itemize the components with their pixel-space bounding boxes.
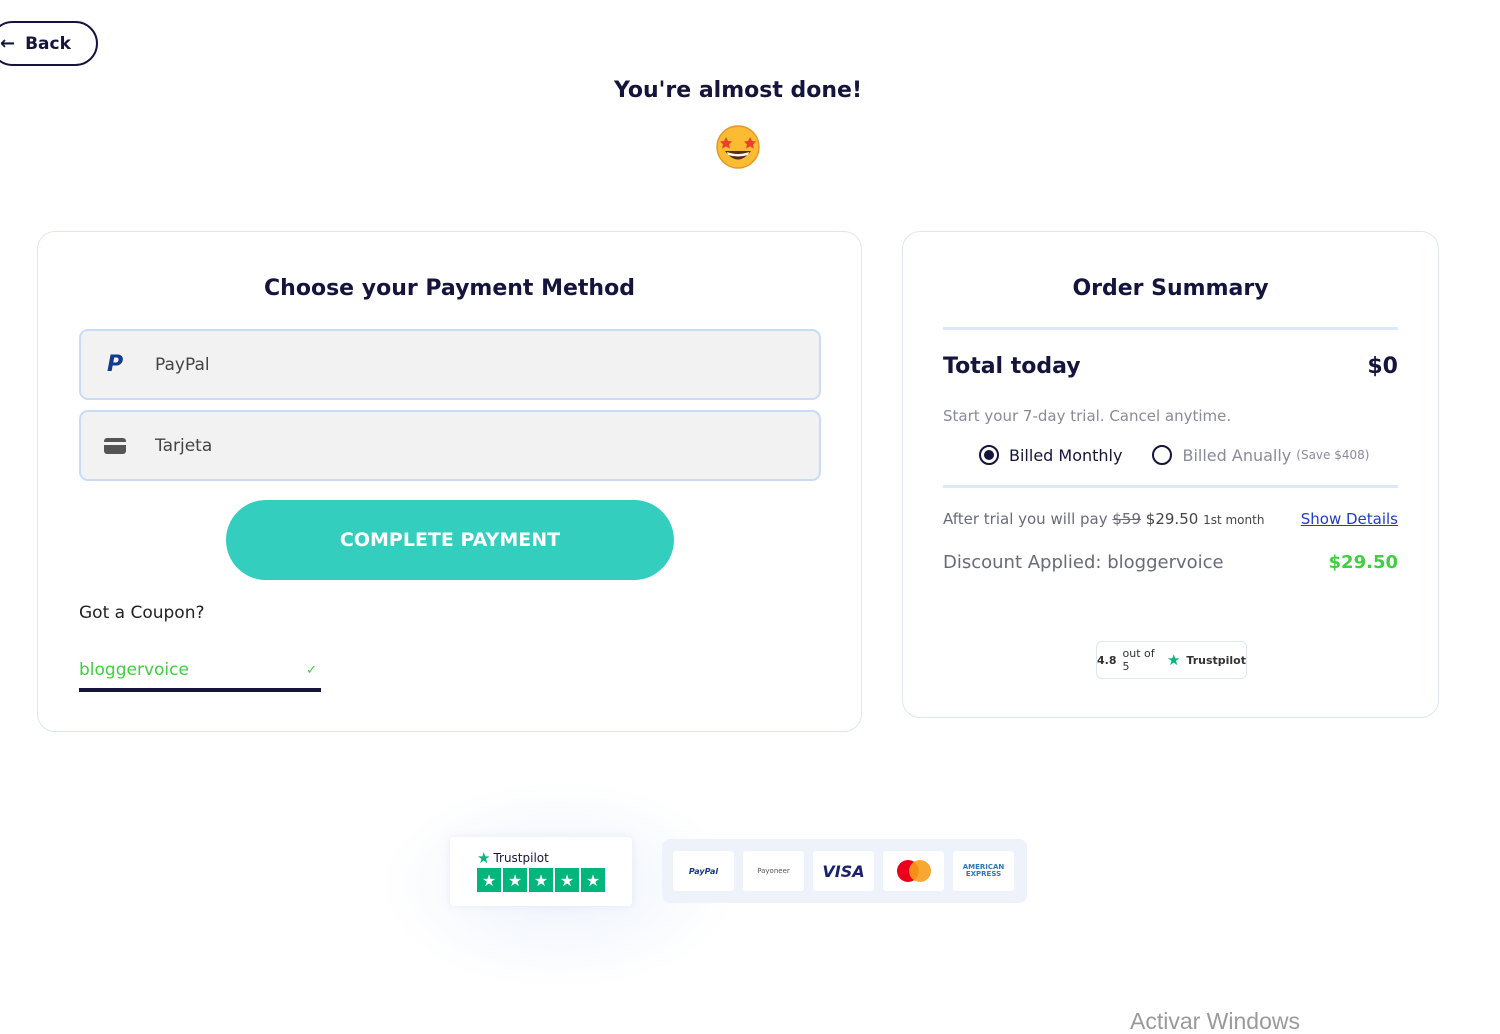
billing-annually-option[interactable]: Billed Anually (Save $408) [1152,445,1369,465]
payment-option-label: PayPal [155,354,210,375]
checkout-page: ← Back You're almost done! Choose your P… [0,0,1500,1034]
summary-divider [943,485,1398,488]
page-headline: You're almost done! [613,78,863,103]
summary-divider [943,327,1398,330]
total-label: Total today [943,354,1081,379]
trustpilot-stars-badge[interactable]: ★ Trustpilot ★ ★ ★ ★ ★ [450,837,632,906]
price-period: 1st month [1203,513,1265,527]
billing-option-label: Billed Anually [1182,445,1292,465]
mastercard-circles-icon [896,860,931,882]
order-summary-card: Order Summary Total today $0 Start your … [902,231,1439,718]
trustpilot-stars: ★ ★ ★ ★ ★ [477,868,605,892]
trustpilot-star-icon: ★ [1166,651,1181,669]
paypal-logo: PayPal [673,851,734,891]
billing-monthly-option[interactable]: Billed Monthly [979,445,1122,465]
after-trial-prefix: After trial you will pay [943,510,1108,528]
back-label: Back [25,33,71,54]
star-struck-emoji-icon [716,125,760,169]
old-price: $59 [1112,510,1142,528]
mastercard-logo [883,851,944,891]
trial-text: Start your 7-day trial. Cancel anytime. [943,407,1232,425]
paypal-icon: P [106,352,124,377]
visa-logo: VISA [813,851,874,891]
discount-label: Discount Applied: bloggervoice [943,552,1224,573]
billing-options: Billed Monthly Billed Anually (Save $408… [979,445,1369,465]
back-button[interactable]: ← Back [0,21,98,66]
trustpilot-star-icon: ★ [477,849,491,867]
discount-value: $29.50 [1328,552,1398,573]
trustpilot-header: ★ Trustpilot [477,849,549,867]
payment-option-card[interactable]: Tarjeta [79,410,821,481]
payoneer-logo: Payoneer [743,851,804,891]
coupon-input[interactable]: bloggervoice ✓ [79,652,321,692]
trustpilot-out-of: out of 5 [1122,647,1155,673]
radio-unselected-icon[interactable] [1152,445,1173,465]
order-summary-title: Order Summary [1072,276,1269,301]
show-details-link[interactable]: Show Details [1301,510,1398,528]
coupon-value: bloggervoice [79,660,189,680]
payment-option-paypal[interactable]: P PayPal [79,329,821,400]
star-icon: ★ [477,868,501,892]
trustpilot-brand: Trustpilot [1186,653,1246,667]
amex-logo: AMERICAN EXPRESS [953,851,1014,891]
billing-savings-note: (Save $408) [1296,448,1370,462]
new-price: $29.50 [1145,510,1199,528]
total-value: $0 [1367,354,1398,379]
trustpilot-rating-badge[interactable]: 4.8 out of 5 ★ Trustpilot [1096,641,1247,679]
payment-logos-strip: PayPal Payoneer VISA AMERICAN EXPRESS [662,839,1027,903]
payment-method-title: Choose your Payment Method [264,276,635,301]
trustpilot-brand: Trustpilot [493,851,549,865]
trustpilot-rating: 4.8 [1097,653,1117,667]
payment-option-label: Tarjeta [155,435,213,456]
billing-option-label: Billed Monthly [1009,445,1123,465]
radio-selected-icon[interactable] [979,445,999,465]
star-icon: ★ [555,868,579,892]
star-icon: ★ [529,868,553,892]
star-icon: ★ [503,868,527,892]
windows-activation-watermark: Activar Windows [1130,1008,1300,1034]
star-icon: ★ [581,868,605,892]
payment-method-card: Choose your Payment Method P PayPal Tarj… [37,231,862,732]
complete-payment-button[interactable]: COMPLETE PAYMENT [226,500,674,580]
arrow-left-icon: ← [0,32,16,54]
after-trial-text: After trial you will pay $59 $29.50 1st … [943,510,1264,528]
check-icon: ✓ [306,662,317,678]
coupon-question: Got a Coupon? [79,603,205,623]
credit-card-icon [103,437,127,454]
